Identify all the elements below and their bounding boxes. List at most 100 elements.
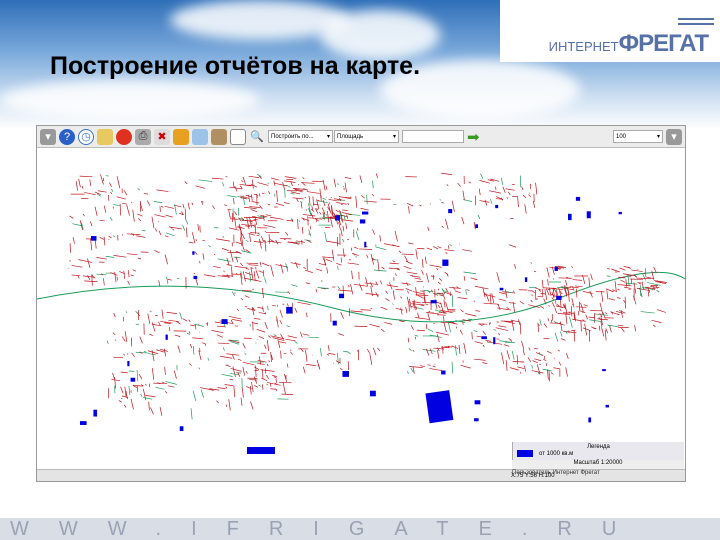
street-segment <box>112 372 115 379</box>
street-segment <box>414 334 419 337</box>
zoom-area-icon[interactable] <box>192 128 208 145</box>
street-segment <box>582 327 591 331</box>
street-segment <box>114 339 117 341</box>
street-segment <box>143 193 149 195</box>
street-segment <box>405 306 408 313</box>
street-segment <box>166 276 169 285</box>
street-segment <box>197 224 199 231</box>
panel-toggle-icon[interactable]: ▾ <box>40 128 56 145</box>
delete-icon[interactable]: ✖ <box>154 128 170 145</box>
building-marker <box>499 287 504 291</box>
street-segment <box>139 336 143 344</box>
building-marker <box>221 319 228 324</box>
street-segment <box>576 288 578 298</box>
street-segment <box>237 226 245 229</box>
street-segment <box>81 185 84 189</box>
value-input[interactable] <box>402 130 464 143</box>
clock-icon[interactable]: ◷ <box>78 128 94 145</box>
street-segment <box>488 190 501 194</box>
street-segment <box>531 364 533 369</box>
street-segment <box>375 173 379 178</box>
street-segment <box>415 305 417 310</box>
street-segment <box>155 386 165 390</box>
street-segment <box>167 385 175 388</box>
street-segment <box>257 182 269 186</box>
street-segment <box>322 200 326 207</box>
street-segment <box>125 311 128 313</box>
street-segment <box>544 289 548 301</box>
street-segment <box>350 310 363 313</box>
street-segment <box>164 366 166 375</box>
folder-icon[interactable] <box>97 128 113 145</box>
street-segment <box>589 290 593 298</box>
street-segment <box>532 360 538 364</box>
street-segment <box>147 200 151 206</box>
street-segment <box>425 324 428 330</box>
street-segment <box>145 395 156 398</box>
street-segment <box>217 342 230 344</box>
street-segment <box>100 174 104 185</box>
street-segment <box>606 275 611 277</box>
street-segment <box>224 204 228 207</box>
report-select-value: Построить по... <box>271 133 314 140</box>
street-segment <box>436 334 440 343</box>
street-segment <box>188 331 191 334</box>
street-segment <box>282 182 286 191</box>
street-segment <box>127 253 138 256</box>
building-marker <box>575 196 581 201</box>
street-segment <box>408 206 410 214</box>
street-segment <box>444 249 455 252</box>
street-segment <box>152 368 155 380</box>
street-segment <box>232 181 235 189</box>
street-segment <box>454 290 461 294</box>
help-icon[interactable]: ? <box>59 128 75 145</box>
building-marker <box>332 320 337 326</box>
street-segment <box>559 308 562 312</box>
street-segment <box>386 284 399 288</box>
street-segment <box>91 274 93 286</box>
city-map[interactable] <box>37 149 685 459</box>
street-segment <box>547 318 550 322</box>
street-segment <box>240 397 243 406</box>
logo: ИНТЕРНЕТФРЕГАТ <box>500 0 720 62</box>
street-segment <box>490 199 493 204</box>
street-segment <box>244 305 248 308</box>
pie-chart-icon[interactable] <box>116 128 132 145</box>
street-segment <box>572 318 584 322</box>
street-segment <box>463 276 466 281</box>
street-segment <box>177 345 181 353</box>
street-segment <box>160 205 164 208</box>
street-segment <box>441 172 453 176</box>
street-segment <box>605 328 609 334</box>
street-segment <box>217 387 226 389</box>
street-segment <box>380 328 385 333</box>
street-segment <box>553 367 561 370</box>
ruler-icon[interactable] <box>173 128 189 145</box>
street-segment <box>609 326 612 333</box>
street-segment <box>234 266 248 269</box>
street-segment <box>302 182 306 186</box>
street-segment <box>202 342 204 344</box>
search-icon[interactable]: 🔍 <box>249 129 265 145</box>
street-segment <box>421 269 424 276</box>
street-segment <box>250 209 258 213</box>
street-segment <box>640 311 655 314</box>
street-segment <box>608 298 616 301</box>
print-icon[interactable]: ⎙ <box>135 128 151 145</box>
field-select[interactable]: Площадь ▾ <box>334 130 399 143</box>
street-segment <box>485 339 492 342</box>
street-segment <box>327 345 330 352</box>
scale-select[interactable]: 100 ▾ <box>613 130 663 143</box>
go-arrow-icon[interactable]: ➡ <box>467 128 480 146</box>
report-select[interactable]: Построить по... ▾ <box>268 130 333 143</box>
street-segment <box>415 294 429 296</box>
street-segment <box>268 360 270 363</box>
layers-icon[interactable] <box>211 128 227 145</box>
select-icon[interactable] <box>230 128 246 145</box>
street-segment <box>344 176 352 180</box>
building-marker <box>342 370 349 377</box>
panel-toggle-right-icon[interactable]: ▾ <box>666 128 682 145</box>
street-segment <box>558 361 562 366</box>
street-segment <box>290 284 298 287</box>
street-segment <box>340 257 343 263</box>
